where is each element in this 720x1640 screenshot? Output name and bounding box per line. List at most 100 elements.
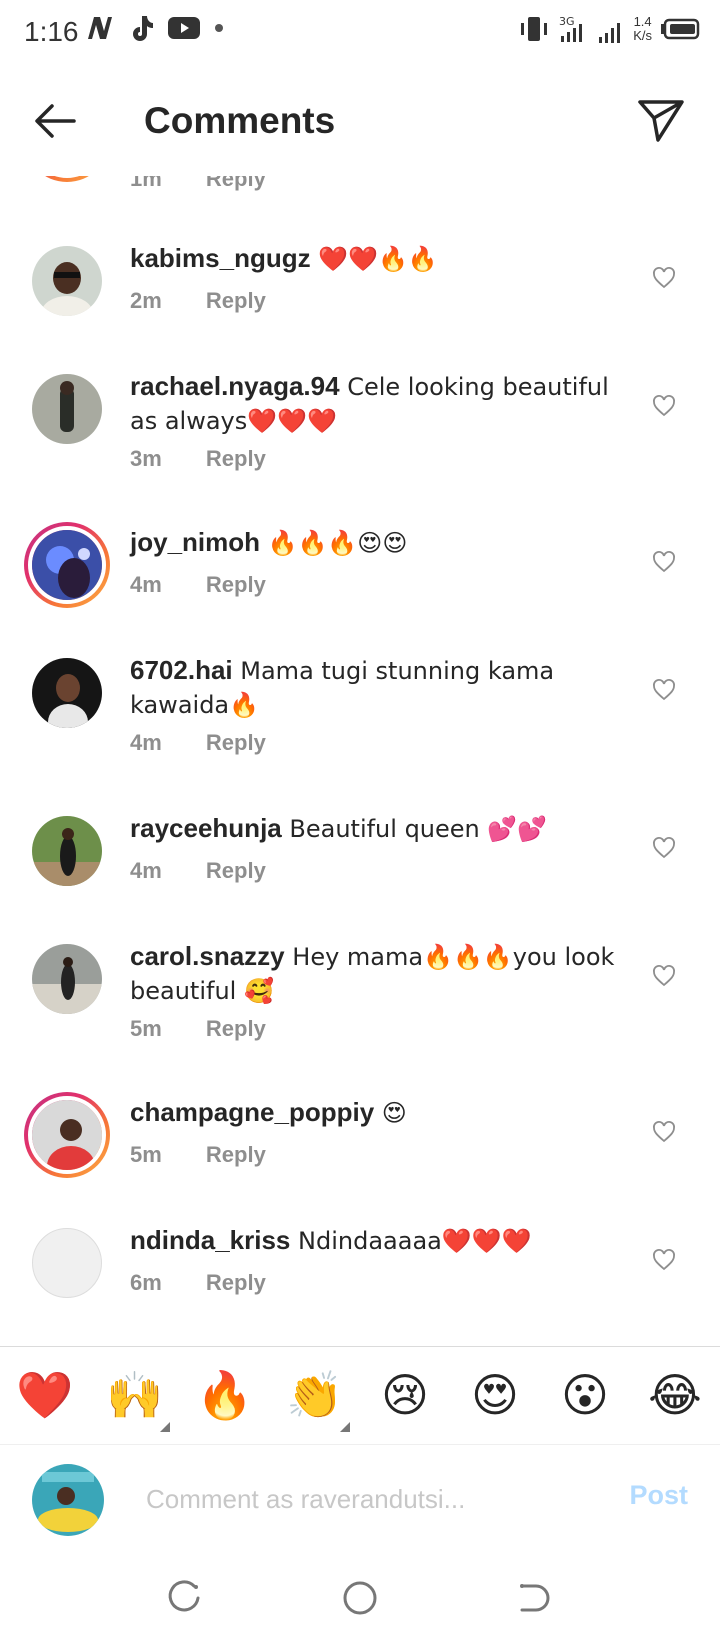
reply-button[interactable]: Reply xyxy=(206,1016,266,1041)
reply-button[interactable]: Reply xyxy=(206,288,266,313)
like-heart-icon[interactable] xyxy=(652,964,676,988)
comment-username[interactable]: champagne_poppiy xyxy=(130,1097,374,1127)
comment-time: 6m xyxy=(130,1270,162,1295)
youtube-icon xyxy=(168,17,200,39)
comment-item: champagne_poppiy 😍 5m Reply xyxy=(0,1084,720,1204)
like-heart-icon[interactable] xyxy=(652,836,676,860)
comment-item: rayceehunja Beautiful queen 💕💕 4m Reply xyxy=(0,800,720,920)
like-heart-icon[interactable] xyxy=(652,550,676,574)
avatar-image xyxy=(32,374,102,444)
comments-list[interactable]: 1m Reply kabims_ngugz ❤️❤️🔥🔥 2m Reply ra… xyxy=(0,148,720,1348)
avatar[interactable] xyxy=(32,816,102,886)
comment-text: carol.snazzy Hey mama🔥🔥🔥you look beautif… xyxy=(130,940,630,1008)
avatar[interactable] xyxy=(32,374,102,444)
system-nav-bar xyxy=(0,1556,720,1640)
signal-icon xyxy=(599,23,621,43)
avatar[interactable] xyxy=(32,246,102,316)
comment-body: 🔥🔥🔥😍😍 xyxy=(260,529,408,557)
emoji-crying-button[interactable]: 😢 xyxy=(370,1360,440,1430)
my-avatar xyxy=(32,1464,104,1536)
comment-username[interactable]: rayceehunja xyxy=(130,813,282,843)
back-arrow-icon[interactable] xyxy=(30,96,80,146)
n-app-icon xyxy=(88,17,112,39)
reply-button[interactable]: Reply xyxy=(206,572,266,597)
emoji-heart-eyes-button[interactable]: 😍 xyxy=(460,1360,530,1430)
status-time: 1:16 xyxy=(24,16,79,47)
comment-body: Ndindaaaaa❤️❤️❤️ xyxy=(290,1227,532,1255)
skin-tone-indicator-icon xyxy=(340,1422,350,1432)
emoji-clap-button[interactable]: 👏 xyxy=(280,1360,350,1430)
comment-username[interactable]: carol.snazzy xyxy=(130,941,285,971)
comment-meta: 2m Reply xyxy=(130,288,304,314)
like-heart-icon[interactable] xyxy=(652,1248,676,1272)
comment-meta: 5m Reply xyxy=(130,1016,304,1042)
comment-username[interactable]: ndinda_kriss xyxy=(130,1225,290,1255)
avatar[interactable] xyxy=(32,658,102,728)
comment-item: kabims_ngugz ❤️❤️🔥🔥 2m Reply xyxy=(0,230,720,350)
comment-username[interactable]: kabims_ngugz xyxy=(130,243,311,273)
system-status-icons: 3G 1.4 K/s xyxy=(519,14,700,44)
reply-button[interactable]: Reply xyxy=(206,858,266,883)
comment-username[interactable]: rachael.nyaga.94 xyxy=(130,371,340,401)
vibrate-icon xyxy=(521,17,548,41)
back-nav-icon[interactable] xyxy=(514,1578,554,1618)
avatar-image xyxy=(32,246,102,316)
emoji-surprised-button[interactable]: 😮 xyxy=(550,1360,620,1430)
comment-time: 4m xyxy=(130,572,162,597)
avatar-image xyxy=(32,658,102,728)
reply-button[interactable]: Reply xyxy=(206,730,266,755)
like-heart-icon[interactable] xyxy=(652,1120,676,1144)
avatar-image xyxy=(28,1096,106,1174)
comment-text: ndinda_kriss Ndindaaaaa❤️❤️❤️ xyxy=(130,1224,630,1258)
avatar-story-ring[interactable] xyxy=(24,1092,110,1178)
emoji-raised-hands-button[interactable]: 🙌 xyxy=(100,1360,170,1430)
comment-meta: 4m Reply xyxy=(130,572,304,598)
send-icon[interactable] xyxy=(636,94,686,144)
post-button[interactable]: Post xyxy=(629,1480,688,1511)
comment-meta: 6m Reply xyxy=(130,1270,304,1296)
avatar[interactable] xyxy=(32,1228,102,1298)
comment-item: rachael.nyaga.94 Cele looking beautiful … xyxy=(0,358,720,508)
comment-body: ❤️❤️🔥🔥 xyxy=(310,245,438,273)
tiktok-icon xyxy=(133,16,153,41)
comment-text: joy_nimoh 🔥🔥🔥😍😍 xyxy=(130,526,630,560)
divider xyxy=(0,1346,720,1347)
like-heart-icon[interactable] xyxy=(652,266,676,290)
comment-time: 4m xyxy=(130,858,162,883)
comment-username[interactable]: joy_nimoh xyxy=(130,527,260,557)
avatar-image xyxy=(32,816,102,886)
comment-item: joy_nimoh 🔥🔥🔥😍😍 4m Reply xyxy=(0,514,720,634)
mobile-type-label: 3G xyxy=(559,15,575,28)
recents-icon[interactable] xyxy=(164,1578,204,1618)
emoji-fire-button[interactable]: 🔥 xyxy=(190,1360,260,1430)
comment-time: 4m xyxy=(130,730,162,755)
status-bar: 1:16 3G 1.4 K/s xyxy=(0,0,720,66)
comment-meta: 4m Reply xyxy=(130,858,304,884)
skin-tone-indicator-icon xyxy=(160,1422,170,1432)
header: Comments xyxy=(0,66,720,176)
home-icon[interactable] xyxy=(340,1578,380,1618)
page-title: Comments xyxy=(144,100,336,141)
like-heart-icon[interactable] xyxy=(652,678,676,702)
like-heart-icon[interactable] xyxy=(652,394,676,418)
dot-icon xyxy=(215,24,223,32)
reply-button[interactable]: Reply xyxy=(206,1142,266,1167)
comment-item: ndinda_kriss Ndindaaaaa❤️❤️❤️ 6m Reply xyxy=(0,1212,720,1332)
divider xyxy=(0,1444,720,1445)
emoji-heart-button[interactable]: ❤️ xyxy=(10,1360,80,1430)
net-speed-unit: K/s xyxy=(633,28,652,43)
comment-body: Beautiful queen 💕💕 xyxy=(281,815,548,843)
avatar-image xyxy=(28,526,106,604)
comment-input[interactable] xyxy=(144,1478,588,1520)
comment-username[interactable]: 6702.hai xyxy=(130,655,233,685)
avatar[interactable] xyxy=(32,944,102,1014)
net-speed-value: 1.4 xyxy=(633,14,652,29)
reply-button[interactable]: Reply xyxy=(206,446,266,471)
avatar-story-ring[interactable] xyxy=(24,522,110,608)
notification-icons xyxy=(86,14,224,42)
comment-text: champagne_poppiy 😍 xyxy=(130,1096,630,1130)
emoji-joy-button[interactable]: 😂 xyxy=(640,1360,710,1430)
quick-emoji-bar: ❤️ 🙌 🔥 👏 😢 😍 😮 😂 xyxy=(0,1360,720,1440)
comment-time: 5m xyxy=(130,1142,162,1167)
reply-button[interactable]: Reply xyxy=(206,1270,266,1295)
